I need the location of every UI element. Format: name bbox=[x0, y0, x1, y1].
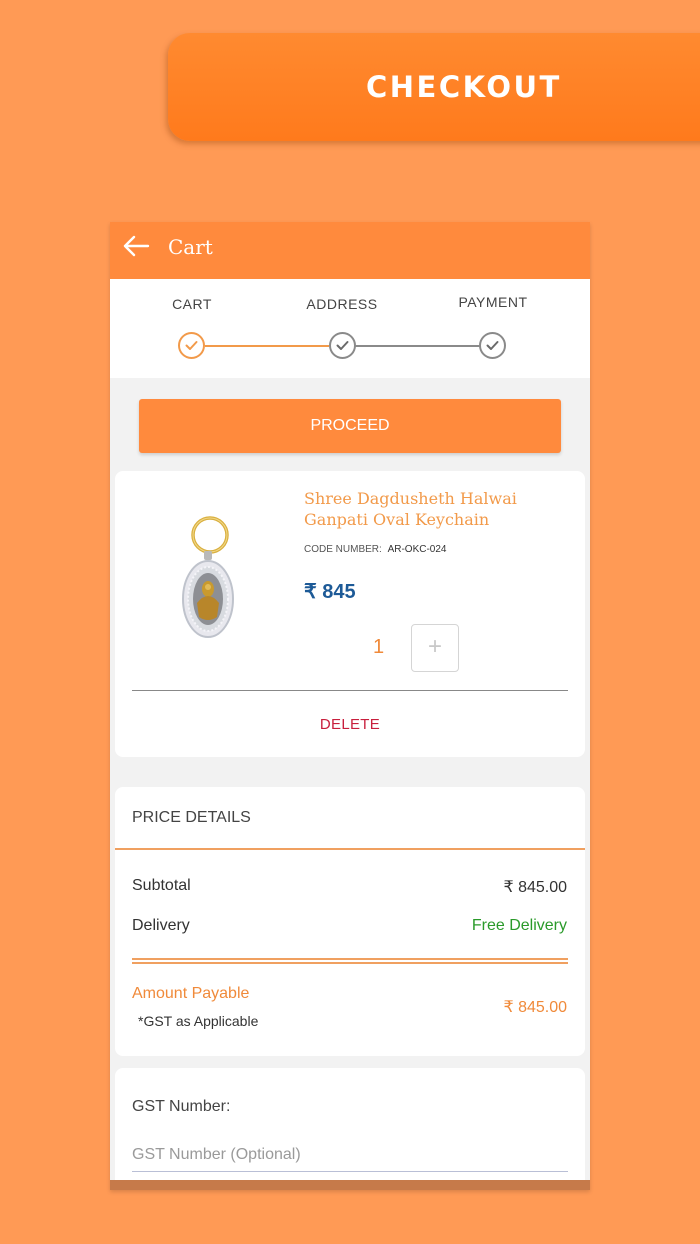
checkout-stepper: CART ADDRESS PAYMENT bbox=[110, 279, 590, 378]
gst-card: GST Number: bbox=[115, 1068, 585, 1190]
product-code: CODE NUMBER: AR-OKC-024 bbox=[304, 544, 446, 555]
page-title: Cart bbox=[168, 235, 213, 259]
product-image[interactable] bbox=[173, 515, 243, 641]
step-circle-payment[interactable] bbox=[479, 332, 506, 359]
increase-quantity-button[interactable]: + bbox=[411, 624, 459, 672]
divider bbox=[115, 848, 585, 850]
delete-button[interactable]: DELETE bbox=[115, 716, 585, 733]
delivery-label: Delivery bbox=[132, 917, 190, 934]
gst-number-input[interactable] bbox=[132, 1138, 568, 1172]
product-title[interactable]: Shree Dagdusheth Halwai Ganpati Oval Key… bbox=[304, 488, 576, 530]
step-circle-cart[interactable] bbox=[178, 332, 205, 359]
price-details-title: PRICE DETAILS bbox=[132, 809, 251, 826]
step-connector-2 bbox=[355, 345, 480, 347]
amount-payable-label: Amount Payable bbox=[132, 985, 250, 1002]
price-details-card: PRICE DETAILS Subtotal ₹ 845.00 Delivery… bbox=[115, 787, 585, 1056]
check-icon bbox=[185, 341, 198, 350]
subtotal-label: Subtotal bbox=[132, 877, 191, 894]
delivery-value: Free Delivery bbox=[471, 917, 567, 934]
back-arrow-icon[interactable] bbox=[122, 235, 150, 257]
subtotal-value: ₹ 845.00 bbox=[503, 879, 567, 896]
cart-item-card: Shree Dagdusheth Halwai Ganpati Oval Key… bbox=[115, 471, 585, 757]
banner-title: CHECKOUT bbox=[366, 70, 562, 104]
code-label: CODE NUMBER: bbox=[304, 544, 382, 555]
step-connector-1 bbox=[205, 345, 329, 347]
divider bbox=[132, 962, 568, 964]
phone-screen: Cart CART ADDRESS PAYMENT PROCEED Shree … bbox=[110, 222, 590, 1190]
quantity-value: 1 bbox=[373, 636, 385, 658]
check-icon bbox=[486, 341, 499, 350]
phone-bottom-edge bbox=[110, 1180, 590, 1190]
step-label-address: ADDRESS bbox=[306, 296, 378, 312]
step-circle-address[interactable] bbox=[329, 332, 356, 359]
divider bbox=[132, 690, 568, 691]
app-bar: Cart bbox=[110, 222, 590, 279]
gst-number-label: GST Number: bbox=[132, 1098, 231, 1115]
check-icon bbox=[336, 341, 349, 350]
step-label-cart: CART bbox=[172, 296, 212, 312]
step-label-payment: PAYMENT bbox=[458, 294, 528, 310]
amount-payable-value: ₹ 845.00 bbox=[503, 999, 567, 1016]
product-price: ₹ 845 bbox=[304, 581, 356, 603]
code-value: AR-OKC-024 bbox=[387, 544, 447, 555]
proceed-button[interactable]: PROCEED bbox=[139, 399, 561, 453]
checkout-banner: CHECKOUT bbox=[168, 33, 700, 141]
divider bbox=[132, 958, 568, 960]
gst-note: *GST as Applicable bbox=[138, 1013, 259, 1029]
